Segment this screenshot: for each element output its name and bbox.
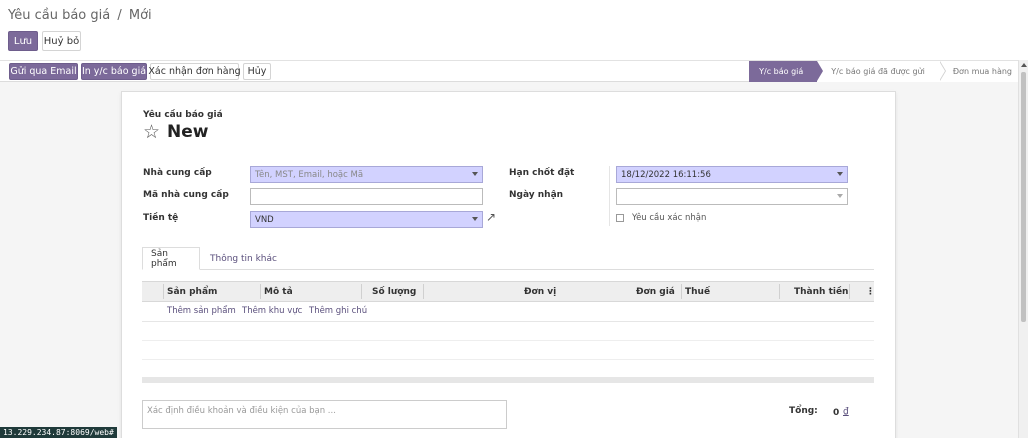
total-label: Tổng: <box>789 406 818 416</box>
control-panel: Yêu cầu báo giá / Mới Lưu Huỷ bỏ <box>0 0 1028 60</box>
status-step-label: Đơn mua hàng <box>952 67 1012 76</box>
column-quantity[interactable]: Số lượng <box>372 282 416 301</box>
add-section-link[interactable]: Thêm khu vực <box>242 306 302 316</box>
total-amount: 0 <box>833 408 840 418</box>
currency-value: VND <box>255 214 274 225</box>
add-product-link[interactable]: Thêm sản phẩm <box>167 306 236 316</box>
scroll-up-icon[interactable] <box>1021 63 1027 67</box>
optional-columns-icon[interactable]: ⋮ <box>866 282 875 301</box>
send-email-button[interactable]: Gửi qua Email <box>9 63 78 80</box>
breadcrumb-separator: / <box>117 8 122 23</box>
vendor-label: Nhà cung cấp <box>143 168 212 178</box>
document-type-label: Yêu cầu báo giá <box>143 110 223 120</box>
status-step-purchase-order[interactable]: Đơn mua hàng <box>938 61 1018 82</box>
confirm-order-button[interactable]: Xác nhận đơn hàng <box>148 63 241 80</box>
ask-confirmation-label: Yêu cầu xác nhận <box>632 213 707 223</box>
print-rfq-button[interactable]: In y/c báo giá <box>81 63 147 80</box>
tab-products[interactable]: Sản phẩm <box>142 247 200 270</box>
column-taxes[interactable]: Thuế <box>685 282 710 301</box>
column-product[interactable]: Sản phẩm <box>167 282 217 301</box>
column-divider <box>849 284 850 299</box>
add-note-link[interactable]: Thêm ghi chú <box>309 306 367 316</box>
terms-and-conditions-input[interactable]: Xác định điều khoản và điều kiện của bạn… <box>142 400 507 429</box>
status-steps: Y/c báo giá Y/c báo giá đã được gửi Đơn … <box>749 61 1018 82</box>
browser-status-url: 13.229.234.87:8069/web# <box>0 427 117 438</box>
receipt-date-label: Ngày nhận <box>509 190 564 200</box>
status-step-label: Y/c báo giá đã được gửi <box>831 67 925 76</box>
column-subtotal[interactable]: Thành tiền <box>794 282 848 301</box>
group-divider <box>609 166 610 226</box>
chevron-down-icon[interactable] <box>837 172 843 176</box>
document-title: ☆ New <box>143 122 209 142</box>
chevron-down-icon[interactable] <box>472 172 478 176</box>
breadcrumb: Yêu cầu báo giá / Mới <box>8 8 152 23</box>
vendor-reference-label: Mã nhà cung cấp <box>143 190 229 200</box>
checkbox-box[interactable] <box>616 214 624 222</box>
external-link-icon[interactable]: ↗ <box>486 210 496 224</box>
column-description[interactable]: Mô tả <box>264 282 293 301</box>
step-arrow <box>817 61 824 81</box>
breadcrumb-current: Mới <box>128 8 152 23</box>
column-divider <box>163 284 164 299</box>
chevron-down-icon[interactable] <box>837 194 843 198</box>
column-unit-price[interactable]: Đơn giá <box>636 282 675 301</box>
table-horizontal-scrollbar[interactable] <box>142 377 874 383</box>
star-icon[interactable]: ☆ <box>143 122 160 142</box>
form-sheet: Yêu cầu báo giá ☆ New Nhà cung cấp Tên, … <box>121 91 896 438</box>
currency-field[interactable]: VND <box>250 211 483 228</box>
step-arrow <box>938 61 945 81</box>
order-lines-header: Sản phẩm Mô tả Số lượng Đơn vị Đơn giá T… <box>142 281 875 302</box>
tab-other-info[interactable]: Thông tin khác <box>202 247 285 270</box>
vertical-scrollbar[interactable] <box>1018 60 1028 438</box>
add-line-row: Thêm sản phẩm Thêm khu vực Thêm ghi chú <box>142 302 874 322</box>
column-divider <box>423 284 424 299</box>
cancel-button[interactable]: Hủy <box>243 63 271 80</box>
ask-confirmation-checkbox[interactable]: Yêu cầu xác nhận <box>616 213 706 223</box>
currency-symbol: ₫ <box>843 407 849 417</box>
column-uom[interactable]: Đơn vị <box>524 282 556 301</box>
currency-label: Tiền tệ <box>143 213 179 223</box>
notebook-tabs: Sản phẩm Thông tin khác <box>142 247 874 270</box>
form-statusbar: Gửi qua Email In y/c báo giá Xác nhận đơ… <box>0 60 1028 82</box>
breadcrumb-parent[interactable]: Yêu cầu báo giá <box>8 8 110 23</box>
column-divider <box>681 284 682 299</box>
status-step-label: Y/c báo giá <box>759 67 804 76</box>
table-row <box>142 341 874 360</box>
vendor-placeholder: Tên, MST, Email, hoặc Mã <box>255 169 364 180</box>
status-step-rfq-sent[interactable]: Y/c báo giá đã được gửi <box>817 61 946 82</box>
table-row <box>142 322 874 341</box>
column-divider <box>260 284 261 299</box>
record-name: New <box>167 122 209 142</box>
vendor-reference-input[interactable] <box>250 188 483 205</box>
save-button[interactable]: Lưu <box>8 31 38 51</box>
order-deadline-value: 18/12/2022 16:11:56 <box>621 169 711 180</box>
discard-button[interactable]: Huỷ bỏ <box>42 31 81 51</box>
vendor-field[interactable]: Tên, MST, Email, hoặc Mã <box>250 166 483 183</box>
column-divider <box>779 284 780 299</box>
column-divider <box>361 284 362 299</box>
status-step-rfq[interactable]: Y/c báo giá <box>749 61 824 82</box>
order-deadline-field[interactable]: 18/12/2022 16:11:56 <box>616 166 848 183</box>
receipt-date-field[interactable] <box>616 188 848 205</box>
chevron-down-icon[interactable] <box>472 217 478 221</box>
scrollbar-thumb[interactable] <box>1021 72 1026 322</box>
order-deadline-label: Hạn chốt đặt <box>509 168 575 178</box>
